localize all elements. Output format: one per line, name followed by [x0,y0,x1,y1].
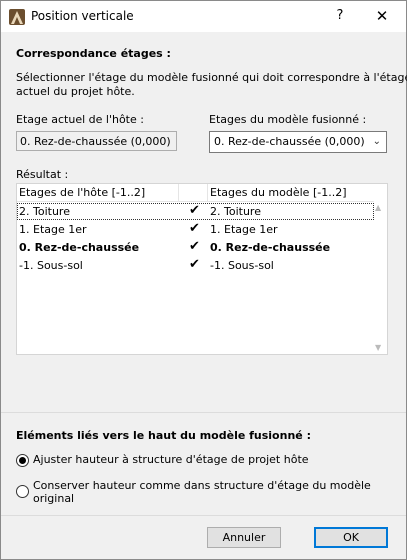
host-story-cell: 1. Etage 1er [19,223,87,236]
checkmark-icon: ✔ [189,257,200,272]
description-line-2: actuel du projet hôte. [16,85,135,98]
table-row[interactable]: 2. Toiture ✔ 2. Toiture [17,203,374,220]
merged-story-dropdown[interactable]: 0. Rez-de-chaussée (0,000) ⌄ [209,131,387,153]
model-story-cell: -1. Sous-sol [210,259,274,272]
checkmark-icon: ✔ [189,221,200,236]
checkmark-icon: ✔ [189,239,200,254]
host-story-label: Etage actuel de l'hôte : [16,113,144,126]
description-line-1: Sélectionner l'étage du modèle fusionné … [16,71,407,84]
merged-story-label: Etages du modèle fusionné : [209,113,367,126]
correspondance-heading: Correspondance étages : [16,47,171,60]
scroll-down-icon[interactable]: ▼ [375,343,381,352]
column-header-host[interactable]: Etages de l'hôte [-1..2] [19,186,145,199]
host-story-value: 0. Rez-de-chaussée (0,000) [20,135,171,148]
host-story-cell: 0. Rez-de-chaussée [19,241,140,254]
table-header: Etages de l'hôte [-1..2] Etages du modèl… [17,184,374,202]
host-story-cell: 2. Toiture [19,205,70,218]
table-row[interactable]: 0. Rez-de-chaussée ✔ 0. Rez-de-chaussée [17,239,374,256]
position-verticale-dialog: Position verticale ? ✕ Correspondance ét… [0,0,407,560]
linked-elements-heading: Eléments liés vers le haut du modèle fus… [16,429,311,442]
checkmark-icon: ✔ [189,203,200,218]
merged-story-selected: 0. Rez-de-chaussée (0,000) [214,135,365,148]
model-story-cell: 1. Etage 1er [210,223,278,236]
model-story-cell: 2. Toiture [210,205,261,218]
close-button[interactable]: ✕ [367,5,397,27]
result-label: Résultat : [16,168,69,181]
help-button[interactable]: ? [329,5,351,27]
close-icon[interactable]: ✕ [376,7,389,25]
table-row[interactable]: -1. Sous-sol ✔ -1. Sous-sol [17,257,374,274]
title-bar: Position verticale ? ✕ [1,1,406,32]
radio-adjust-height[interactable] [16,454,29,467]
scroll-up-icon[interactable]: ▲ [375,203,381,212]
host-story-cell: -1. Sous-sol [19,259,83,272]
result-table: Etages de l'hôte [-1..2] Etages du modèl… [16,183,388,355]
radio-keep-height-label-line-1[interactable]: Conserver hauteur comme dans structure d… [33,479,371,492]
footer-divider [1,515,406,516]
radio-keep-height-label-line-2[interactable]: original [33,492,74,505]
window-title: Position verticale [31,9,134,23]
column-divider[interactable] [207,184,208,201]
chevron-down-icon[interactable]: ⌄ [373,132,381,152]
model-story-cell: 0. Rez-de-chaussée [210,241,331,254]
app-icon [9,9,25,25]
table-row[interactable]: 1. Etage 1er ✔ 1. Etage 1er [17,221,374,238]
section-divider [1,412,406,413]
column-divider[interactable] [178,184,179,201]
ok-button[interactable]: OK [314,527,388,548]
host-story-field: 0. Rez-de-chaussée (0,000) [16,131,177,151]
radio-adjust-height-label[interactable]: Ajuster hauteur à structure d'étage de p… [33,453,309,466]
cancel-button[interactable]: Annuler [207,527,281,548]
table-scrollbar[interactable]: ▲ ▼ [373,201,387,354]
radio-keep-height[interactable] [16,485,29,498]
column-header-model[interactable]: Etages du modèle [-1..2] [210,186,347,199]
